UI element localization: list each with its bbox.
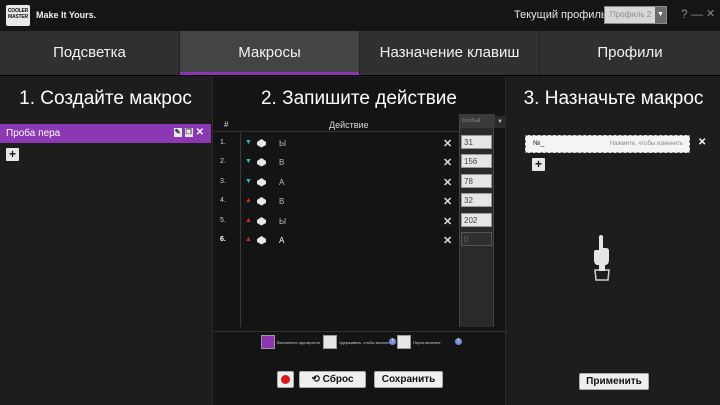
delay-input[interactable]: 202 (461, 213, 492, 227)
tagline: Make It Yours. (36, 10, 97, 20)
hold-to-run-checkbox[interactable] (323, 335, 337, 349)
run-once-label: Выполнить однократно (277, 340, 320, 345)
assign-key-value: №_ (533, 140, 545, 147)
keycap-icon (257, 158, 266, 167)
current-profile-label: Текущий профиль (514, 9, 607, 21)
table-row[interactable]: 2. ▼ В ✕ (213, 153, 459, 172)
table-row[interactable]: 6. ▲ А ✕ (213, 231, 459, 250)
tab-lighting[interactable]: Подсветка (0, 31, 180, 75)
action-key: В (279, 158, 285, 167)
playback-options: Выполнить однократно Удерживать, чтобы в… (213, 331, 507, 357)
delay-input[interactable]: 0 (461, 232, 492, 246)
delete-action-icon[interactable]: ✕ (443, 195, 452, 208)
delay-input[interactable]: 31 (461, 135, 492, 149)
reset-icon: ⟲ (311, 374, 323, 385)
create-macro-panel: 1. Создайте макрос Проба пера ✎ ❐ ✕ + (0, 77, 211, 405)
keycap-icon (257, 139, 266, 148)
key-up-icon: ▲ (245, 197, 252, 204)
clear-assignment-icon[interactable]: ✕ (698, 138, 706, 148)
tab-profiles[interactable]: Профили (540, 31, 720, 75)
edit-icon[interactable]: ✎ (173, 128, 182, 137)
create-macro-title: 1. Создайте макрос (19, 88, 192, 109)
action-key: В (279, 197, 285, 206)
cooler-master-logo: COOLER MASTER (6, 5, 30, 26)
reset-button[interactable]: ⟲ Сброс (299, 371, 366, 388)
keycap-icon (257, 217, 266, 226)
toggle-checkbox[interactable] (397, 335, 411, 349)
row-number: 3. (220, 178, 226, 185)
delay-type-select[interactable]: Особый (460, 114, 495, 128)
hand-press-key-icon (594, 235, 610, 281)
action-key: А (279, 178, 285, 187)
copy-icon[interactable]: ❐ (184, 128, 193, 137)
toggle-label: Переключение (413, 340, 441, 345)
record-icon (281, 375, 290, 384)
reset-label: Сброс (322, 374, 354, 385)
table-row[interactable]: 1. ▼ Ы ✕ (213, 134, 459, 153)
table-row[interactable]: 3. ▼ А ✕ (213, 173, 459, 192)
keycap-icon (257, 178, 266, 187)
record-action-title: 2. Запишите действие (260, 88, 457, 109)
close-button[interactable]: ✕ (706, 7, 715, 20)
delete-macro-icon[interactable]: ✕ (196, 128, 204, 138)
row-number: 6. (220, 236, 226, 243)
key-up-icon: ▲ (245, 217, 252, 224)
row-number: 4. (220, 197, 226, 204)
tab-macros[interactable]: Макросы (180, 31, 360, 75)
row-number: 5. (220, 217, 226, 224)
row-number: 2. (220, 158, 226, 165)
hold-to-run-label: Удерживать, чтобы выполнить (339, 340, 396, 345)
assign-key-field[interactable]: №_ Нажмите, чтобы изменить (525, 135, 690, 153)
record-button[interactable] (277, 371, 294, 388)
delay-dropdown-icon[interactable]: ▼ (495, 116, 505, 128)
apply-button[interactable]: Применить (579, 373, 649, 390)
assign-macro-title: 3. Назначьте макрос (523, 88, 704, 109)
column-action: Действие (329, 120, 369, 130)
key-down-icon: ▼ (245, 158, 252, 165)
action-key: А (279, 236, 285, 245)
action-key: Ы (279, 139, 287, 148)
add-macro-button[interactable]: + (6, 148, 19, 161)
profile-select[interactable]: Профиль 2 ▼ (604, 6, 667, 24)
macro-name: Проба пера (6, 128, 61, 139)
delay-input[interactable]: 32 (461, 193, 492, 207)
assign-macro-panel: 3. Назначьте макрос №_ Нажмите, чтобы из… (507, 77, 720, 405)
add-assignment-button[interactable]: + (532, 158, 545, 171)
minimize-button[interactable]: — (691, 7, 703, 21)
help-button[interactable]: ? (681, 7, 688, 21)
logo-line-2: MASTER (8, 14, 28, 20)
delay-input[interactable]: 156 (461, 154, 492, 168)
key-down-icon: ▼ (245, 139, 252, 146)
keycap-icon (257, 197, 266, 206)
save-button[interactable]: Сохранить (374, 371, 443, 388)
record-action-panel: 2. Запишите действие # Действие Особый ▼… (212, 77, 507, 405)
profile-select-value: Профиль 2 (610, 10, 652, 19)
tab-key-assignment[interactable]: Назначение клавиш (360, 31, 540, 75)
delay-input[interactable]: 78 (461, 174, 492, 188)
table-row[interactable]: 5. ▲ Ы ✕ (213, 212, 459, 231)
assign-key-hint: Нажмите, чтобы изменить (609, 141, 683, 147)
title-bar: COOLER MASTER Make It Yours. Текущий про… (0, 0, 720, 31)
key-up-icon: ▲ (245, 236, 252, 243)
delete-action-icon[interactable]: ✕ (443, 137, 452, 150)
delete-action-icon[interactable]: ✕ (443, 234, 452, 247)
actions-table-header: # Действие (213, 118, 459, 132)
delete-action-icon[interactable]: ✕ (443, 176, 452, 189)
action-key: Ы (279, 217, 287, 226)
macro-list-item[interactable]: Проба пера ✎ ❐ ✕ (0, 124, 211, 143)
row-number: 1. (220, 139, 226, 146)
info-icon[interactable]: i (389, 338, 396, 345)
main-tabs: Подсветка Макросы Назначение клавиш Проф… (0, 31, 720, 76)
chevron-down-icon: ▼ (655, 7, 666, 23)
delete-action-icon[interactable]: ✕ (443, 215, 452, 228)
delete-action-icon[interactable]: ✕ (443, 156, 452, 169)
info-icon[interactable]: i (455, 338, 462, 345)
key-down-icon: ▼ (245, 178, 252, 185)
run-once-checkbox[interactable] (261, 335, 275, 349)
table-row[interactable]: 4. ▲ В ✕ (213, 192, 459, 211)
keycap-icon (257, 236, 266, 245)
column-number: # (224, 120, 229, 129)
